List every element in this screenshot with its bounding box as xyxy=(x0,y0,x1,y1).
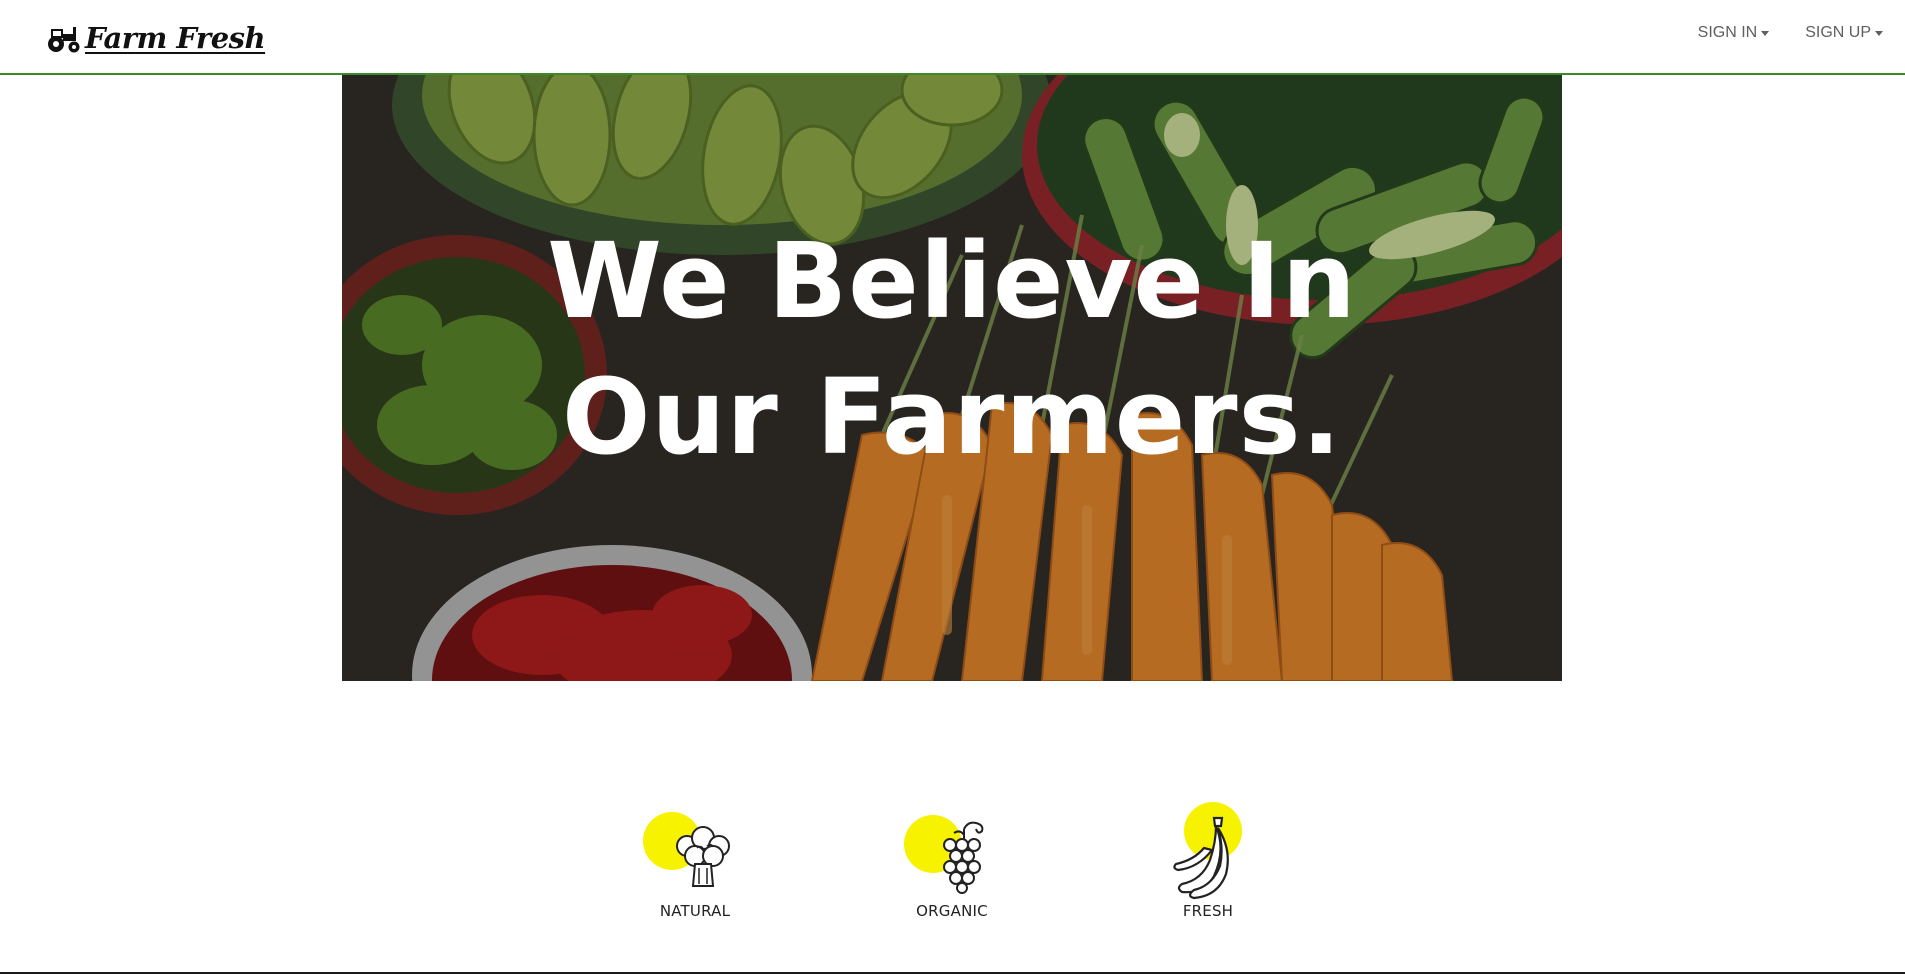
broccoli-icon xyxy=(676,826,730,887)
hero-banner: We Believe In Our Farmers. xyxy=(342,75,1562,681)
nav-menu: SIGN IN SIGN UP xyxy=(1662,24,1883,42)
brand-name: Farm Fresh xyxy=(85,21,266,55)
feature-organic: ORGANIC xyxy=(892,800,1012,925)
feature-natural-label: NATURAL xyxy=(659,902,731,920)
tractor-icon xyxy=(48,27,80,53)
grapes-icon xyxy=(943,821,984,894)
top-navbar: Farm Fresh SIGN IN SIGN UP xyxy=(0,0,1905,75)
hero-headline-line2: Our Farmers. xyxy=(562,356,1342,478)
feature-natural: NATURAL xyxy=(635,800,755,925)
caret-down-icon xyxy=(1761,31,1770,36)
feature-fresh: FRESH xyxy=(1148,800,1268,925)
feature-fresh-label: FRESH xyxy=(1182,902,1234,920)
features-row: NATURAL ORGANIC FRESH xyxy=(0,795,1905,925)
banana-icon xyxy=(1173,816,1229,900)
caret-down-icon xyxy=(1875,31,1883,36)
feature-organic-label: ORGANIC xyxy=(916,902,988,920)
hero-headline-line1: We Believe In xyxy=(547,220,1357,342)
sign-up-dropdown[interactable]: SIGN UP xyxy=(1805,24,1883,42)
sign-in-label: SIGN IN xyxy=(1697,24,1758,41)
brand-link[interactable]: Farm Fresh xyxy=(47,18,266,58)
sign-up-label: SIGN UP xyxy=(1805,24,1871,41)
sign-in-dropdown[interactable]: SIGN IN xyxy=(1698,24,1770,42)
hero-headline: We Believe In Our Farmers. xyxy=(342,213,1562,485)
